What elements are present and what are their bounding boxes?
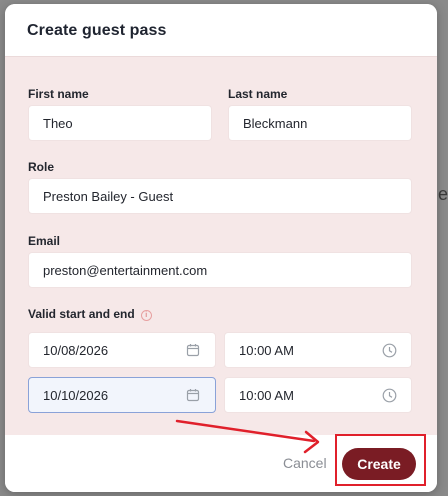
first-name-field[interactable]: Theo [28,105,212,141]
end-time-field[interactable]: 10:00 AM [224,377,412,413]
end-date-field[interactable]: 10/10/2026 [28,377,216,413]
role-field[interactable]: Preston Bailey - Guest [28,178,412,214]
last-name-field[interactable]: Bleckmann [228,105,412,141]
create-button-highlight [335,434,426,486]
last-name-label: Last name [228,87,288,101]
start-date-field[interactable]: 10/08/2026 [28,332,216,368]
cancel-button[interactable]: Cancel [283,455,327,471]
calendar-icon[interactable] [185,387,201,403]
role-label: Role [28,160,55,174]
start-date-value: 10/08/2026 [43,342,109,358]
dialog-body: First name Theo Last name Bleckmann Role… [5,57,437,435]
end-time-value: 10:00 AM [239,387,294,403]
first-name-value: Theo [43,115,73,131]
backdrop-partial-text: es [438,184,448,204]
validity-label-text: Valid start and end [28,307,135,321]
dialog-header: Create guest pass [5,4,437,57]
dialog-title: Create guest pass [27,22,167,39]
start-time-value: 10:00 AM [239,342,294,358]
clock-icon[interactable] [381,387,397,403]
first-name-label: First name [28,87,89,101]
email-label: Email [28,234,61,248]
validity-label: Valid start and end i [28,307,152,321]
end-date-value: 10/10/2026 [43,387,109,403]
info-icon[interactable]: i [140,310,152,321]
email-value: preston@entertainment.com [43,262,208,278]
create-guest-pass-dialog: Create guest pass First name Theo Last n… [5,4,437,492]
last-name-value: Bleckmann [243,115,308,131]
clock-icon[interactable] [381,342,397,358]
start-time-field[interactable]: 10:00 AM [224,332,412,368]
email-field[interactable]: preston@entertainment.com [28,252,412,288]
calendar-icon[interactable] [185,342,201,358]
role-value: Preston Bailey - Guest [43,188,174,204]
